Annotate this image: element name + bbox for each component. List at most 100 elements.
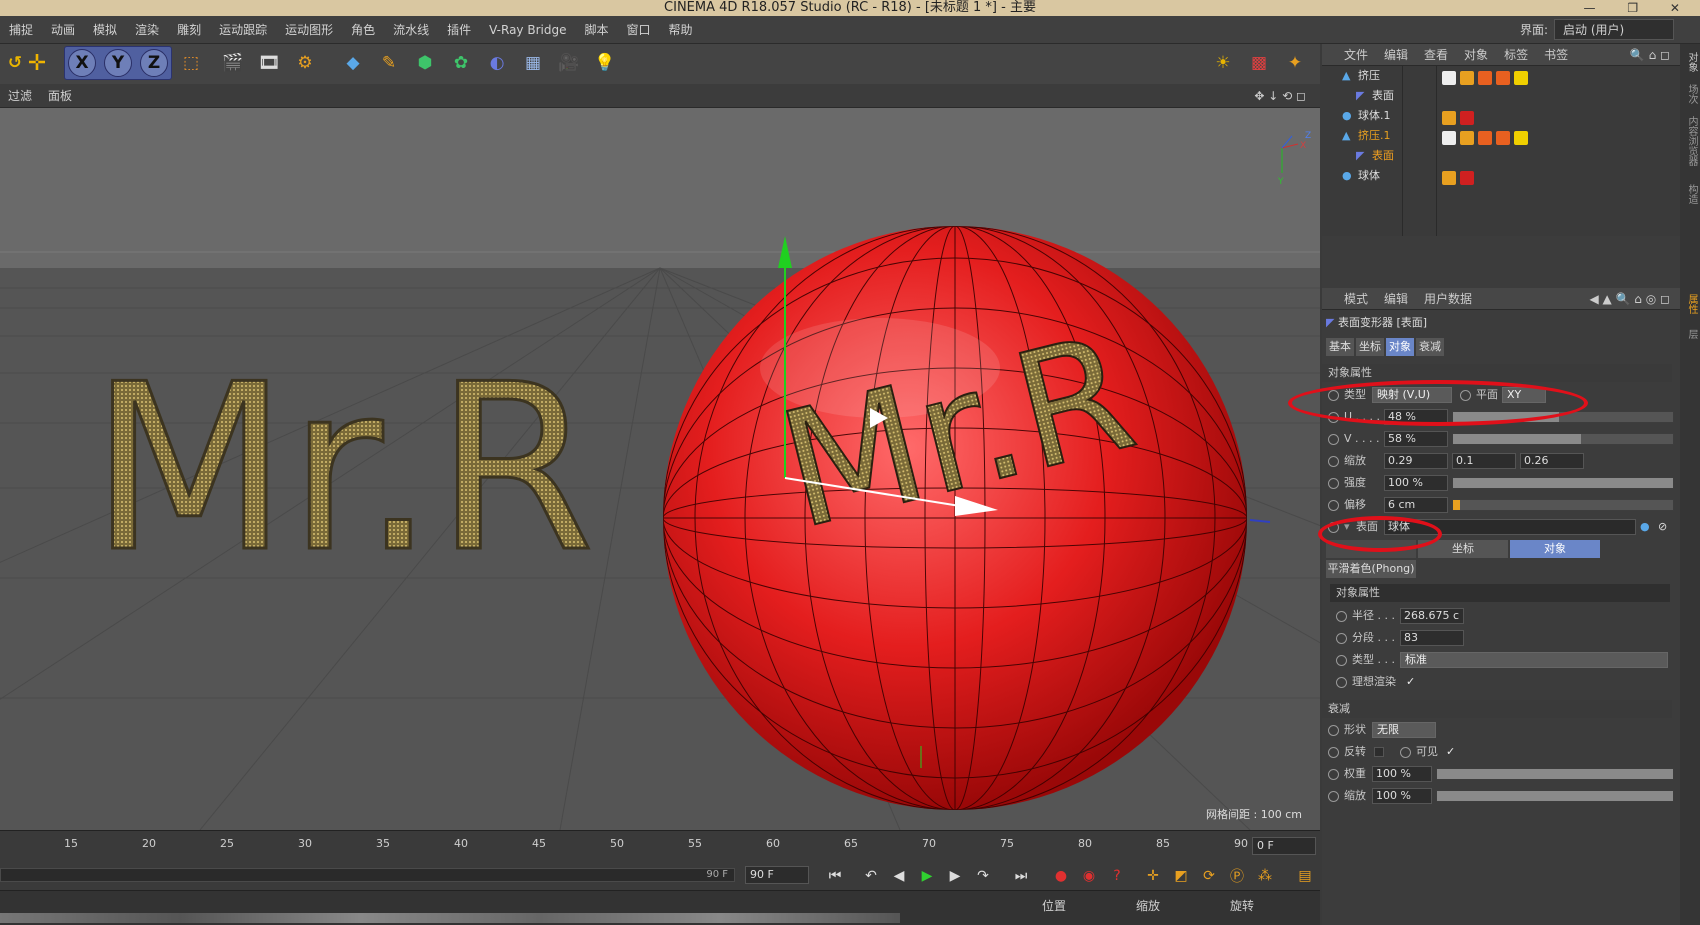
invert-anim-radio[interactable] [1328, 747, 1339, 758]
om-menu-bookmarks[interactable]: 书签 [1536, 44, 1576, 66]
segments-anim-radio[interactable] [1336, 633, 1347, 644]
menu-sculpt[interactable]: 雕刻 [168, 16, 210, 44]
strength-anim-radio[interactable] [1328, 478, 1339, 489]
scale-z-field[interactable]: 0.26 [1520, 453, 1584, 469]
strength-slider[interactable] [1452, 477, 1674, 489]
timeline-ruler[interactable]: 15 20 25 30 35 40 45 50 55 60 65 70 75 8… [0, 830, 1320, 860]
offset-field[interactable]: 6 cm [1384, 497, 1448, 513]
floor-icon[interactable]: ▦ [518, 48, 548, 78]
radius-field[interactable]: 268.675 c [1400, 608, 1464, 624]
render-view-icon[interactable]: 🎬 [218, 48, 248, 78]
side-tab-content-browser[interactable]: 内容浏览器 [1683, 116, 1697, 166]
key-rotation-icon[interactable]: ⟳ [1198, 865, 1220, 887]
sphere-type-dropdown[interactable]: 标准 [1400, 652, 1668, 668]
weight-field[interactable]: 100 % [1372, 766, 1432, 782]
render-picture-viewer-icon[interactable]: 🎞 [254, 48, 284, 78]
go-to-end-icon[interactable]: ⏭ [1010, 865, 1032, 887]
cube-icon[interactable]: ◆ [338, 48, 368, 78]
3d-viewport[interactable]: Mr.R Mr.R X Y Z 网格间距 : 100 cm [0, 108, 1320, 830]
timeline-layout-icon[interactable]: ▤ [1294, 865, 1316, 887]
offset-anim-radio[interactable] [1328, 500, 1339, 511]
previous-frame-icon[interactable]: ◀ [888, 865, 910, 887]
viewport-menu-panel[interactable]: 面板 [40, 84, 80, 108]
key-parameter-icon[interactable]: Ⓟ [1226, 865, 1248, 887]
object-row[interactable]: ▲ 挤压 [1322, 66, 1680, 86]
v-anim-radio[interactable] [1328, 434, 1339, 445]
object-row[interactable]: ▲ 挤压.1 [1322, 126, 1680, 146]
om-menu-file[interactable]: 文件 [1322, 44, 1376, 66]
side-tab-structure[interactable]: 构造 [1683, 184, 1697, 204]
radius-anim-radio[interactable] [1336, 611, 1347, 622]
side-tab-objects[interactable]: 对象 [1683, 52, 1697, 72]
am-nav-icons[interactable]: ◀ ▲ 🔍 ⌂ ◎ ◻ [1581, 288, 1678, 310]
tab-object[interactable]: 对象 [1386, 338, 1414, 356]
menu-window[interactable]: 窗口 [617, 16, 659, 44]
menu-render[interactable]: 渲染 [126, 16, 168, 44]
light-icon[interactable]: 💡 [590, 48, 620, 78]
menu-animate[interactable]: 动画 [42, 16, 84, 44]
falloff-scale-field[interactable]: 100 % [1372, 788, 1432, 804]
menu-mograph[interactable]: 运动图形 [276, 16, 342, 44]
scale-x-field[interactable]: 0.29 [1384, 453, 1448, 469]
interface-selector[interactable]: 界面: 启动 (用户) [1520, 19, 1674, 40]
om-menu-tags[interactable]: 标签 [1496, 44, 1536, 66]
shape-anim-radio[interactable] [1328, 725, 1339, 736]
key-scale-icon[interactable]: ◩ [1170, 865, 1192, 887]
sphere-type-anim-radio[interactable] [1336, 655, 1347, 666]
menu-motion-tracking[interactable]: 运动跟踪 [210, 16, 276, 44]
subdivision-icon[interactable]: ⬢ [410, 48, 440, 78]
coordinate-system-icon[interactable]: ⬚ [176, 48, 206, 78]
scale-anim-radio[interactable] [1328, 456, 1339, 467]
checker-icon[interactable]: ▩ [1244, 48, 1274, 78]
menu-character[interactable]: 角色 [342, 16, 384, 44]
play-icon[interactable]: ▶ [916, 865, 938, 887]
move-tool-icon[interactable]: ✛ [22, 48, 52, 78]
strength-field[interactable]: 100 % [1384, 475, 1448, 491]
previous-key-icon[interactable]: ↶ [860, 865, 882, 887]
go-to-start-icon[interactable]: ⏮ [824, 865, 846, 887]
v-slider[interactable] [1452, 433, 1674, 445]
menu-script[interactable]: 脚本 [575, 16, 617, 44]
om-menu-edit[interactable]: 编辑 [1376, 44, 1416, 66]
om-menu-objects[interactable]: 对象 [1456, 44, 1496, 66]
object-row[interactable]: ● 球体.1 [1322, 106, 1680, 126]
menu-snap[interactable]: 捕捉 [0, 16, 42, 44]
visible-anim-radio[interactable] [1400, 747, 1411, 758]
pen-icon[interactable]: ✎ [374, 48, 404, 78]
am-menu-mode[interactable]: 模式 [1322, 288, 1376, 310]
render-settings-icon[interactable]: ⚙ [290, 48, 320, 78]
deformer-icon[interactable]: ◐ [482, 48, 512, 78]
keyframe-selection-icon[interactable]: ? [1106, 865, 1128, 887]
menu-pipeline[interactable]: 流水线 [384, 16, 438, 44]
object-row[interactable]: ◤ 表面 [1322, 86, 1680, 106]
next-frame-icon[interactable]: ▶ [944, 865, 966, 887]
end-frame-field[interactable]: 90 F [745, 866, 809, 884]
shape-dropdown[interactable]: 无限 [1372, 722, 1436, 738]
ideal-render-checkbox[interactable]: ✓ [1406, 672, 1415, 692]
object-row[interactable]: ● 球体 [1322, 166, 1680, 186]
z-axis-lock-button[interactable]: Z [140, 49, 168, 77]
falloff-scale-anim-radio[interactable] [1328, 791, 1339, 802]
object-row[interactable]: ◤ 表面 [1322, 146, 1680, 166]
invert-checkbox[interactable] [1374, 747, 1384, 757]
viewport-menu-filter[interactable]: 过滤 [0, 84, 40, 108]
camera-icon[interactable]: 🎥 [554, 48, 584, 78]
preview-range-slider[interactable]: 90 F [0, 868, 735, 882]
om-search-icon[interactable]: 🔍 ⌂ ◻ [1622, 44, 1678, 66]
visible-checkbox[interactable]: ✓ [1446, 742, 1455, 762]
segments-field[interactable]: 83 [1400, 630, 1464, 646]
scale-y-field[interactable]: 0.1 [1452, 453, 1516, 469]
material-swatches[interactable] [0, 913, 900, 923]
record-keys-icon[interactable]: ● [1050, 865, 1072, 887]
menu-vray-bridge[interactable]: V-Ray Bridge [480, 16, 575, 44]
weight-slider[interactable] [1436, 768, 1674, 780]
side-tab-attributes[interactable]: 属性 [1683, 294, 1697, 314]
key-pla-icon[interactable]: ⁂ [1254, 865, 1276, 887]
falloff-scale-slider[interactable] [1436, 790, 1674, 802]
menu-help[interactable]: 帮助 [659, 16, 701, 44]
viewport-nav-icons[interactable]: ✥ ↓ ⟲ ◻ [1246, 84, 1314, 108]
weight-anim-radio[interactable] [1328, 769, 1339, 780]
paint-icon[interactable]: ✦ [1280, 48, 1310, 78]
side-tab-layers[interactable]: 层 [1683, 329, 1697, 339]
om-menu-view[interactable]: 查看 [1416, 44, 1456, 66]
